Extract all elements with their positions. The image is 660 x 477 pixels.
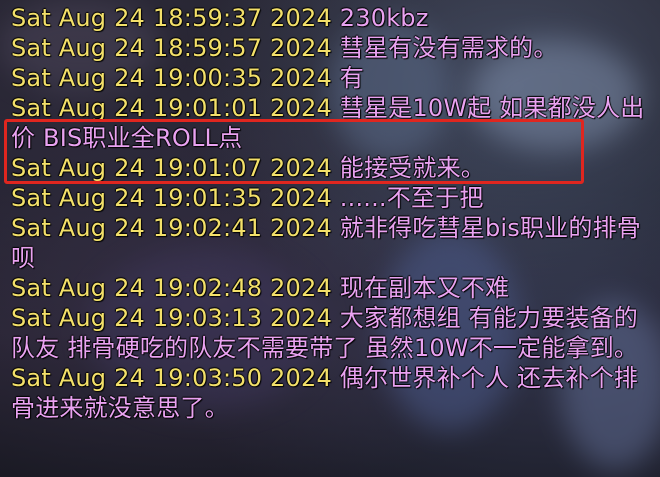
chat-line: Sat Aug 24 18:59:57 2024 彗星有没有需求的。 <box>11 33 651 63</box>
chat-timestamp: Sat Aug 24 18:59:57 2024 <box>11 34 332 62</box>
chat-log: Sat Aug 24 18:59:37 2024 230kbz Sat Aug … <box>11 3 651 423</box>
chat-line: Sat Aug 24 19:03:13 2024 大家都想组 有能力要装备的队友… <box>11 303 651 363</box>
chat-message: 现在副本又不难 <box>339 274 510 302</box>
chat-timestamp: Sat Aug 24 19:02:48 2024 <box>11 274 332 302</box>
chat-message: 有 <box>339 64 364 92</box>
chat-message: 彗星有没有需求的。 <box>339 34 558 62</box>
chat-timestamp: Sat Aug 24 19:01:35 2024 <box>11 184 332 212</box>
chat-line-highlighted: Sat Aug 24 19:01:01 2024 彗星是10W起 如果都没人出价… <box>11 93 651 153</box>
chat-timestamp: Sat Aug 24 18:59:37 2024 <box>11 4 332 32</box>
chat-timestamp: Sat Aug 24 19:01:01 2024 <box>11 94 332 122</box>
chat-line: Sat Aug 24 19:01:35 2024 ......不至于把 <box>11 183 651 213</box>
chat-message: ......不至于把 <box>339 184 484 212</box>
chat-line: Sat Aug 24 19:02:41 2024 就非得吃彗星bis职业的排骨呗 <box>11 213 651 273</box>
chat-line: Sat Aug 24 19:01:07 2024 能接受就来。 <box>11 153 651 183</box>
chat-line: Sat Aug 24 18:59:37 2024 230kbz <box>11 3 651 33</box>
chat-timestamp: Sat Aug 24 19:01:07 2024 <box>11 154 332 182</box>
chat-line: Sat Aug 24 19:03:50 2024 偶尔世界补个人 还去补个排骨进… <box>11 363 651 423</box>
chat-line: Sat Aug 24 19:00:35 2024 有 <box>11 63 651 93</box>
chat-message: 230kbz <box>339 4 429 32</box>
chat-line: Sat Aug 24 19:02:48 2024 现在副本又不难 <box>11 273 651 303</box>
chat-timestamp: Sat Aug 24 19:02:41 2024 <box>11 214 332 242</box>
chat-message: 能接受就来。 <box>339 154 485 182</box>
chat-timestamp: Sat Aug 24 19:00:35 2024 <box>11 64 332 92</box>
chat-timestamp: Sat Aug 24 19:03:13 2024 <box>11 304 332 332</box>
chat-timestamp: Sat Aug 24 19:03:50 2024 <box>11 364 332 392</box>
